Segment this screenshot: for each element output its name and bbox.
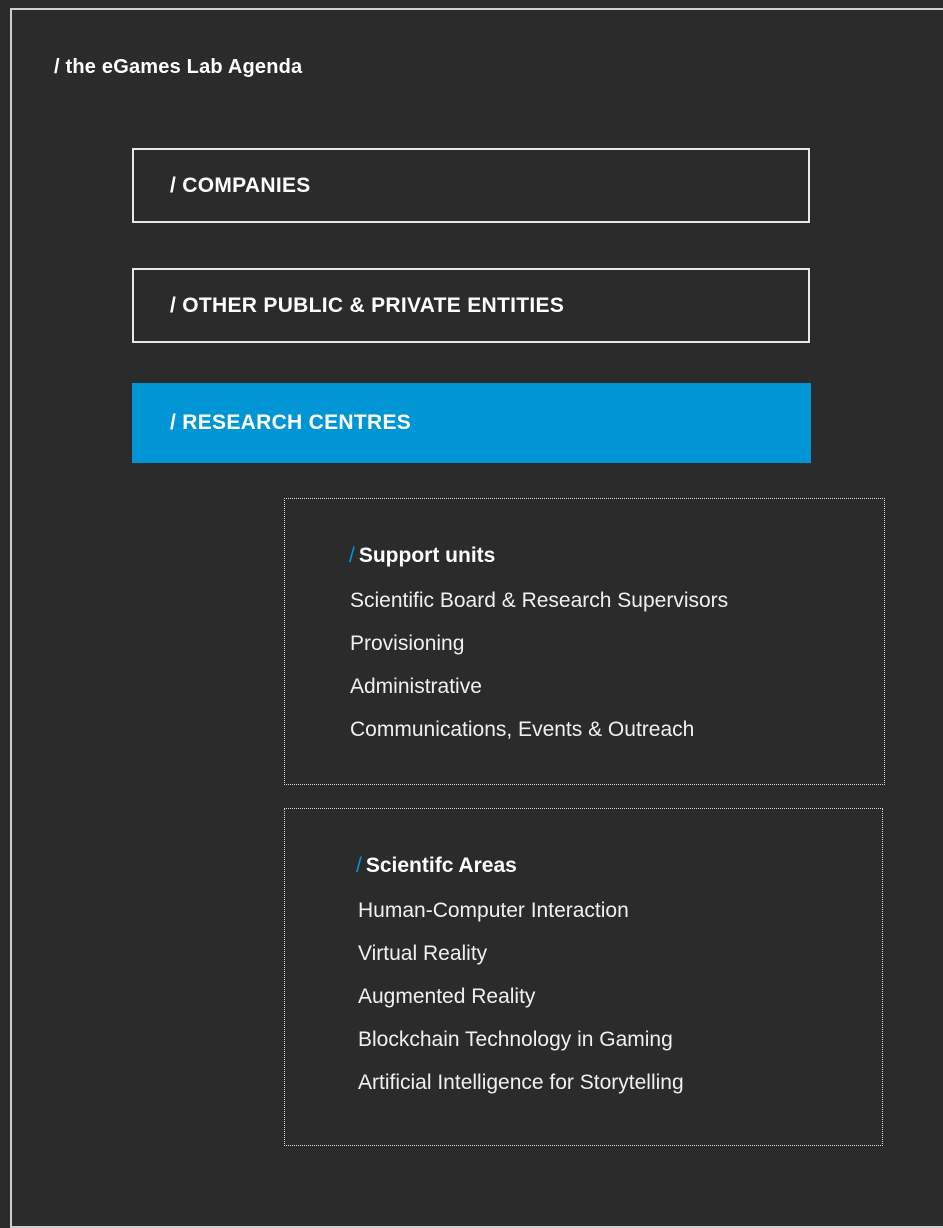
list-item: Virtual Reality bbox=[358, 942, 488, 965]
support-units-panel: / Support units Scientific Board & Resear… bbox=[284, 498, 885, 785]
other-entities-button-label: / OTHER PUBLIC & PRIVATE ENTITIES bbox=[170, 293, 565, 317]
support-units-list: Scientific Board & Research Supervisors … bbox=[350, 587, 728, 759]
companies-button-label: / COMPANIES bbox=[170, 173, 311, 197]
other-entities-button[interactable]: / OTHER PUBLIC & PRIVATE ENTITIES bbox=[132, 268, 810, 343]
list-item: Human-Computer Interaction bbox=[358, 899, 629, 922]
page-title: / the eGames Lab Agenda bbox=[54, 56, 303, 78]
research-centres-button-label: / RESEARCH CENTRES bbox=[170, 411, 412, 434]
support-units-heading: / Support units bbox=[349, 544, 495, 568]
scientific-areas-heading: / Scientifc Areas bbox=[356, 854, 517, 878]
slash-accent: / bbox=[356, 854, 362, 877]
support-units-heading-text: Support units bbox=[358, 544, 496, 567]
list-item: Augmented Reality bbox=[358, 985, 536, 1008]
companies-button[interactable]: / COMPANIES bbox=[132, 148, 810, 223]
slash-accent: / bbox=[349, 544, 355, 567]
research-centres-button[interactable]: / RESEARCH CENTRES bbox=[132, 383, 811, 463]
list-item: Administrative bbox=[350, 675, 482, 698]
scientific-areas-heading-text: Scientifc Areas bbox=[365, 854, 517, 877]
list-item: Scientific Board & Research Supervisors bbox=[350, 589, 729, 612]
list-item: Blockchain Technology in Gaming bbox=[358, 1028, 673, 1051]
list-item: Provisioning bbox=[350, 632, 465, 655]
list-item: Artificial Intelligence for Storytelling bbox=[358, 1071, 684, 1094]
list-item: Communications, Events & Outreach bbox=[350, 718, 695, 741]
scientific-areas-panel: / Scientifc Areas Human-Computer Interact… bbox=[284, 808, 883, 1146]
scientific-areas-list: Human-Computer Interaction Virtual Reali… bbox=[358, 897, 684, 1112]
